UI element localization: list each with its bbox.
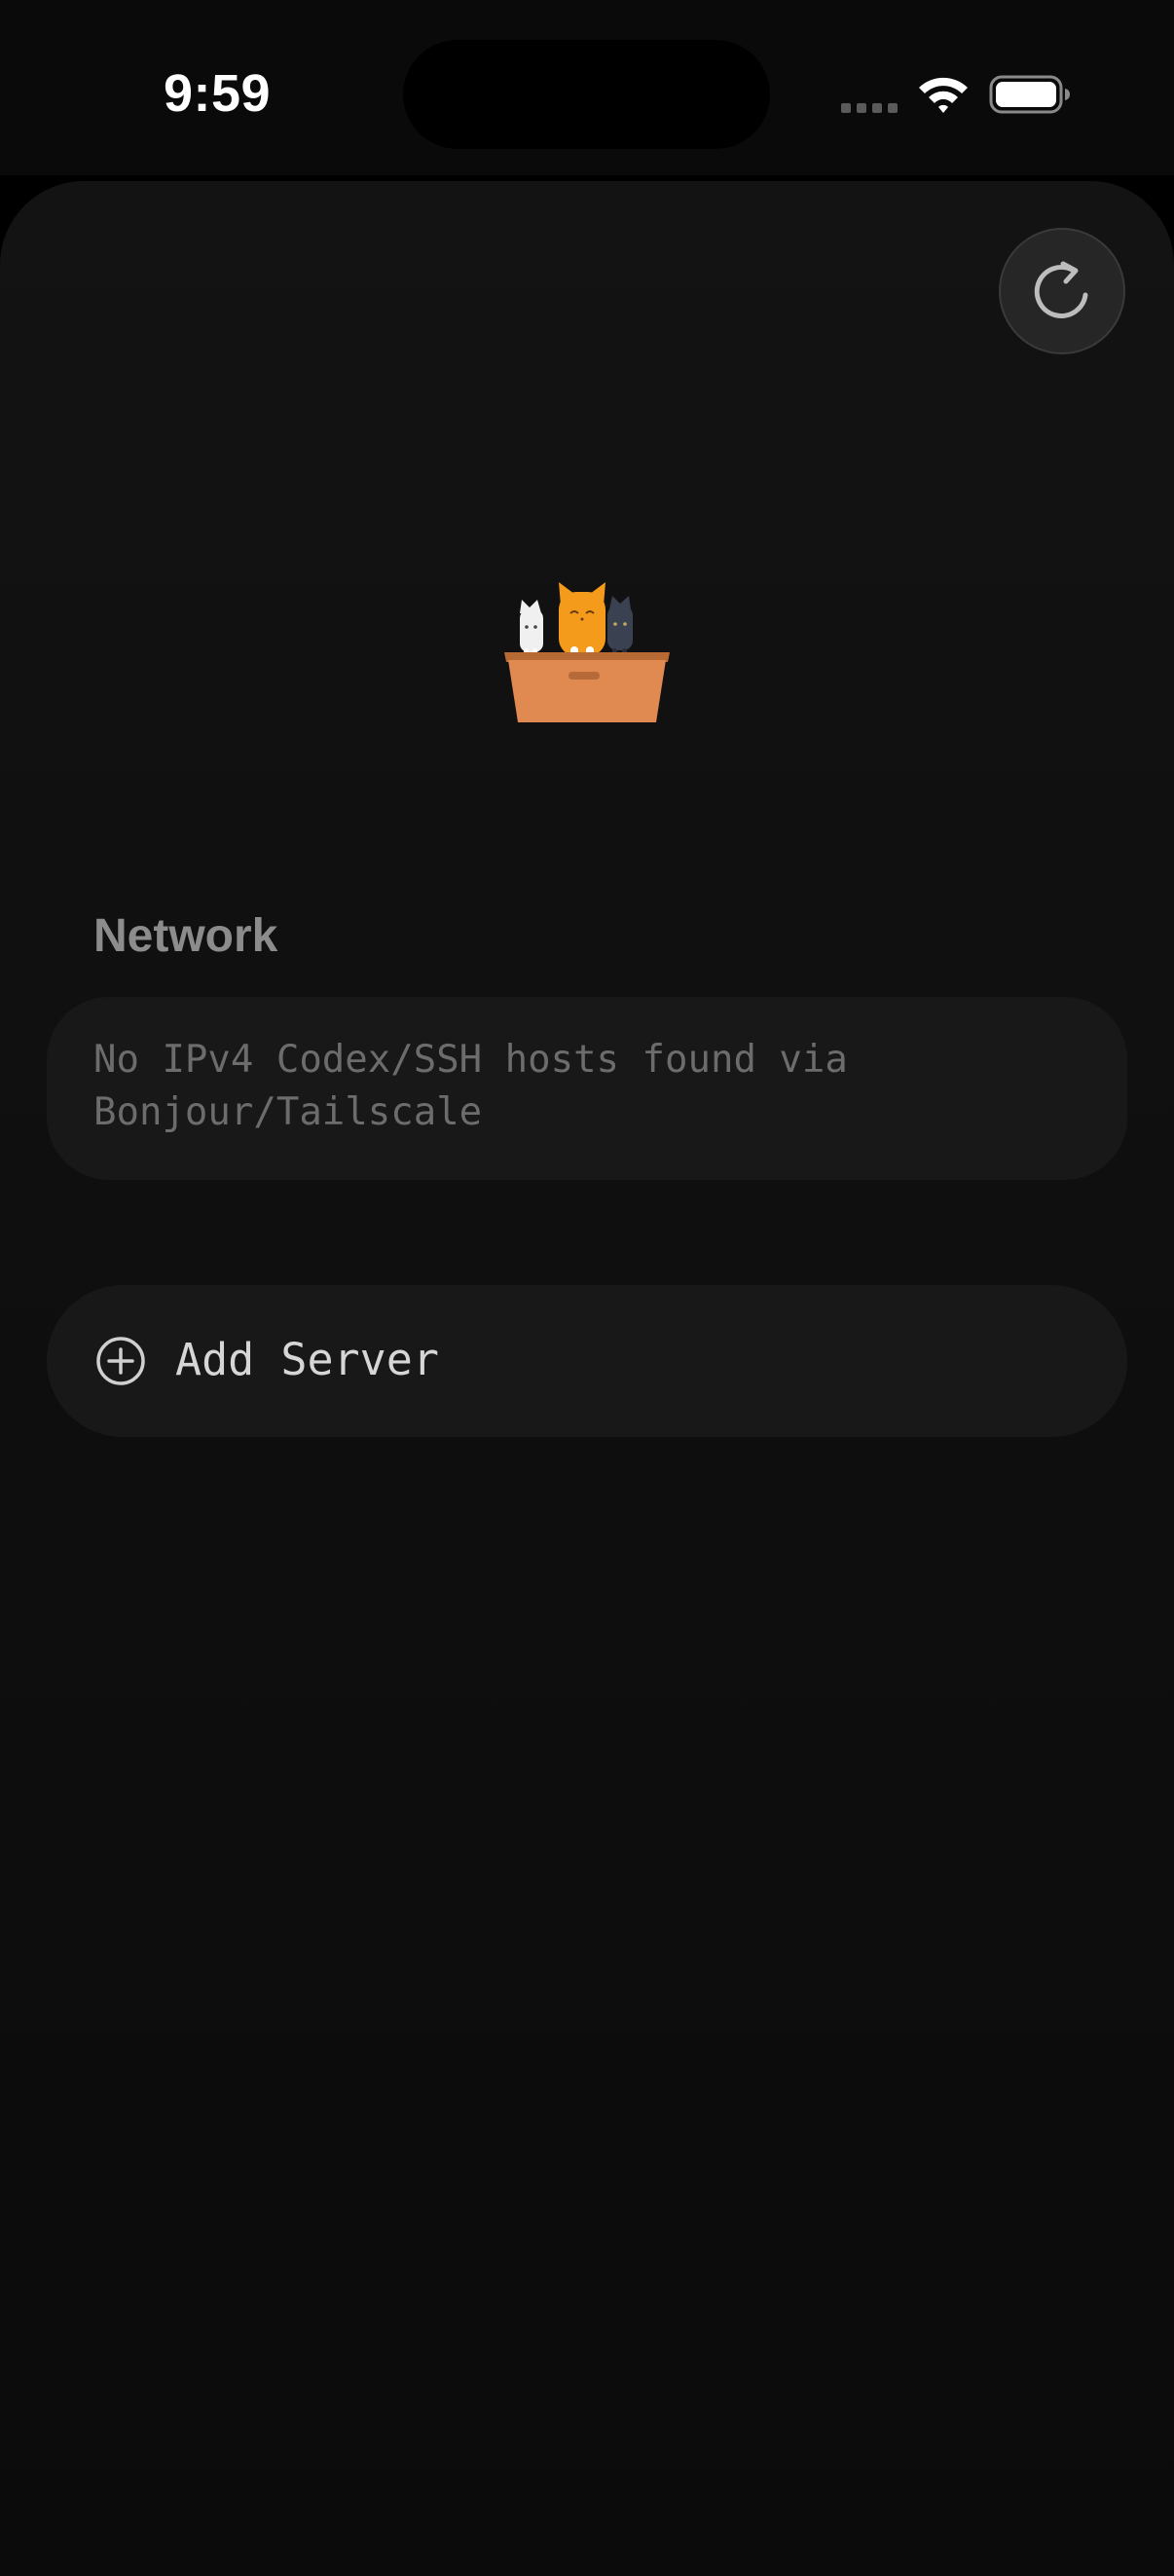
- battery-icon: [989, 75, 1070, 114]
- cats-in-box-logo: [504, 582, 670, 722]
- add-server-button[interactable]: Add Server: [47, 1285, 1127, 1437]
- status-bar: 9:59: [0, 0, 1174, 175]
- add-server-label: Add Server: [175, 1334, 439, 1385]
- refresh-button[interactable]: [999, 228, 1125, 354]
- no-hosts-message: No IPv4 Codex/SSH hosts found via Bonjou…: [93, 1038, 848, 1134]
- status-time: 9:59: [163, 64, 272, 123]
- wifi-icon: [919, 77, 968, 113]
- refresh-icon: [1034, 261, 1088, 318]
- network-hosts-card: No IPv4 Codex/SSH hosts found via Bonjou…: [47, 997, 1127, 1180]
- grey-cat: [607, 596, 633, 660]
- cardboard-box: [504, 652, 670, 722]
- orange-cat: [559, 582, 605, 664]
- cellular-signal-icon: [841, 103, 898, 113]
- dynamic-island: [403, 40, 770, 149]
- plus-circle-icon: [96, 1337, 145, 1385]
- network-section-header: Network: [93, 910, 278, 962]
